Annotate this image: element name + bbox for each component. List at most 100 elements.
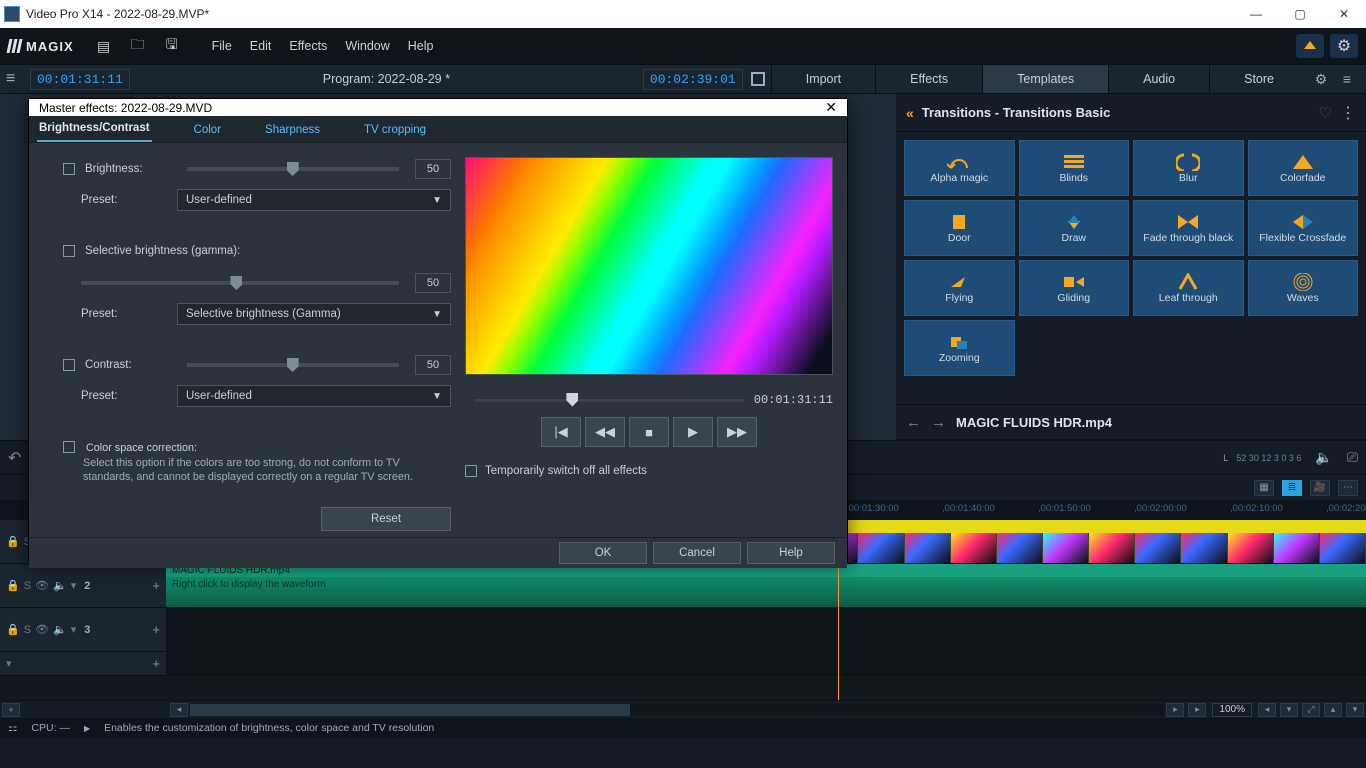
undo-icon[interactable]: ↶ — [8, 448, 21, 468]
play-button[interactable]: ▶ — [673, 417, 713, 447]
tab-tv-cropping[interactable]: TV cropping — [362, 118, 428, 142]
zoom-menu-icon[interactable]: ▾ — [1280, 703, 1298, 717]
more-icon[interactable]: ⋮ — [1340, 103, 1356, 123]
rewind-button[interactable]: ◀◀ — [585, 417, 625, 447]
menu-help[interactable]: Help — [408, 39, 434, 53]
maximize-track-icon[interactable]: + — [152, 622, 160, 637]
favorite-icon[interactable]: ♡ — [1319, 104, 1332, 122]
open-folder-icon[interactable]: 🗀 — [126, 34, 150, 58]
nav-prev-icon[interactable]: ← — [906, 414, 921, 431]
lock-icon[interactable]: 🔒 — [6, 579, 20, 592]
gamma-checkbox[interactable] — [63, 245, 75, 257]
vzoom2-icon[interactable]: ▾ — [1346, 703, 1364, 717]
track-content[interactable] — [166, 608, 1366, 651]
track-header[interactable]: ▾ + — [0, 652, 166, 675]
close-icon[interactable]: ✕ — [825, 99, 837, 116]
close-button[interactable]: ✕ — [1322, 0, 1366, 28]
solo-icon[interactable]: S — [24, 580, 31, 592]
audio-clip[interactable]: MAGIC FLUIDS HDR.mp4 Right click to disp… — [166, 564, 1366, 607]
zoom-out-icon[interactable]: ▸ — [1188, 703, 1206, 717]
gamma-preset-select[interactable]: Selective brightness (Gamma)▼ — [177, 303, 451, 325]
tab-store[interactable]: Store — [1209, 65, 1308, 93]
transition-fade-through-black[interactable]: Fade through black — [1133, 200, 1244, 256]
brightness-slider[interactable] — [187, 167, 399, 171]
hamburger-icon[interactable]: ≡ — [6, 70, 30, 88]
maximize-track-icon[interactable]: + — [152, 578, 160, 593]
contrast-value[interactable]: 50 — [415, 355, 451, 375]
minimize-button[interactable]: — — [1234, 0, 1278, 28]
view-storyboard-icon[interactable]: ▦ — [1254, 480, 1274, 496]
brightness-preset-select[interactable]: User-defined▼ — [177, 189, 451, 211]
transition-door[interactable]: Door — [904, 200, 1015, 256]
gamma-slider[interactable] — [81, 281, 399, 285]
transition-blur[interactable]: Blur — [1133, 140, 1244, 196]
transition-leaf-through[interactable]: Leaf through — [1133, 260, 1244, 316]
gear-icon[interactable]: ⚙ — [1330, 34, 1358, 58]
menu-effects[interactable]: Effects — [289, 39, 327, 53]
contrast-checkbox[interactable] — [63, 359, 75, 371]
scroll-left-icon[interactable]: ◂ — [170, 703, 188, 717]
lock-icon[interactable]: 🔒 — [6, 535, 20, 548]
goto-start-button[interactable]: |◀ — [541, 417, 581, 447]
eye-icon[interactable]: 👁 — [35, 623, 49, 636]
nav-next-icon[interactable]: → — [931, 414, 946, 431]
colorspace-checkbox[interactable] — [63, 441, 75, 453]
view-overview-icon[interactable]: ⋯ — [1338, 480, 1358, 496]
transition-flexible-crossfade[interactable]: Flexible Crossfade — [1248, 200, 1359, 256]
app-grid-icon[interactable]: ⚏ — [8, 722, 17, 734]
help-button[interactable]: Help — [747, 542, 835, 564]
panel-settings-icon[interactable]: ⚙ — [1308, 71, 1334, 88]
reset-button[interactable]: Reset — [321, 507, 451, 531]
tab-audio[interactable]: Audio — [1108, 65, 1209, 93]
mediabrowser-breadcrumb[interactable]: Transitions - Transitions Basic — [922, 105, 1313, 120]
brightness-value[interactable]: 50 — [415, 159, 451, 179]
save-icon[interactable]: 🖫 — [160, 34, 184, 58]
zoom-in-icon[interactable]: ◂ — [1258, 703, 1276, 717]
mute-icon[interactable]: 🔈 — [53, 623, 67, 636]
view-multicam-icon[interactable]: 🎥 — [1310, 480, 1330, 496]
tab-color[interactable]: Color — [192, 118, 223, 142]
menu-window[interactable]: Window — [345, 39, 389, 53]
menu-file[interactable]: File — [212, 39, 232, 53]
scroll-track[interactable] — [190, 704, 1164, 716]
lock-icon[interactable]: 🔒 — [6, 623, 20, 636]
tab-import[interactable]: Import — [771, 65, 875, 93]
preview-scrubber[interactable] — [475, 399, 744, 402]
solo-icon[interactable]: S — [24, 624, 31, 636]
transition-waves[interactable]: Waves — [1248, 260, 1359, 316]
timecode-current[interactable]: 00:01:31:11 — [30, 69, 130, 90]
contrast-slider[interactable] — [187, 363, 399, 367]
chevron-down-icon[interactable]: ▾ — [71, 579, 77, 592]
vzoom-icon[interactable]: ▴ — [1324, 703, 1342, 717]
chevron-down-icon[interactable]: ▾ — [6, 657, 12, 670]
transition-colorfade[interactable]: Colorfade — [1248, 140, 1359, 196]
menu-edit[interactable]: Edit — [250, 39, 272, 53]
fit-icon[interactable]: ⤢ — [1302, 703, 1320, 717]
chevron-down-icon[interactable]: ▾ — [71, 623, 77, 636]
dialog-titlebar[interactable]: Master effects: 2022-08-29.MVD ✕ — [29, 99, 847, 116]
transition-zooming[interactable]: Zooming — [904, 320, 1015, 376]
maximize-button[interactable]: ▢ — [1278, 0, 1322, 28]
gamma-value[interactable]: 50 — [415, 273, 451, 293]
tempoff-checkbox[interactable] — [465, 465, 477, 477]
tab-templates[interactable]: Templates — [982, 65, 1108, 93]
track-header[interactable]: 🔒 S 👁 🔈 ▾ 2 + — [0, 564, 166, 607]
track-content[interactable] — [166, 652, 1366, 675]
tab-effects[interactable]: Effects — [875, 65, 982, 93]
panel-menu-icon[interactable]: ≡ — [1334, 71, 1360, 87]
fast-forward-button[interactable]: ▶▶ — [717, 417, 757, 447]
eye-icon[interactable]: 👁 — [35, 579, 49, 592]
zoom-value[interactable]: 100% — [1212, 703, 1252, 717]
view-timeline-icon[interactable]: ≣ — [1282, 480, 1302, 496]
ok-button[interactable]: OK — [559, 542, 647, 564]
transition-gliding[interactable]: Gliding — [1019, 260, 1130, 316]
new-file-icon[interactable]: ▤ — [92, 34, 116, 58]
add-marker-icon[interactable]: + — [2, 703, 20, 717]
add-track-icon[interactable]: + — [152, 656, 160, 671]
stop-button[interactable]: ■ — [629, 417, 669, 447]
scroll-right-icon[interactable]: ▸ — [1166, 703, 1184, 717]
mixer-icon[interactable]: ⎚ — [1347, 449, 1358, 466]
speaker-icon[interactable]: 🔈 — [1315, 449, 1332, 466]
cancel-button[interactable]: Cancel — [653, 542, 741, 564]
transition-flying[interactable]: Flying — [904, 260, 1015, 316]
